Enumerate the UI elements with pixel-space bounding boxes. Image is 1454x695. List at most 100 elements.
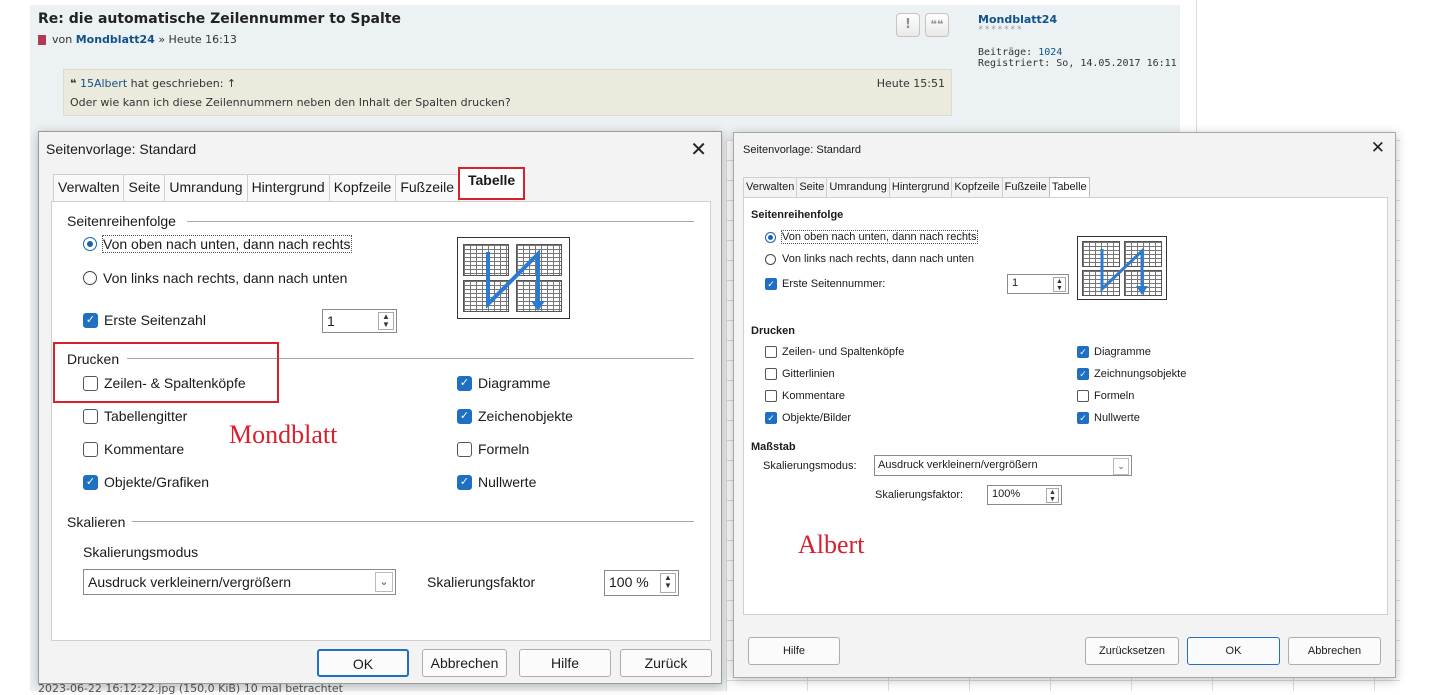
- print-drawings-checkbox[interactable]: ✓ Zeichenobjekte: [457, 408, 573, 424]
- checkbox-label: Diagramme: [1094, 346, 1151, 358]
- print-zero-values-checkbox[interactable]: ✓ Nullwerte: [457, 474, 536, 490]
- tab-verwalten[interactable]: Verwalten: [743, 177, 798, 197]
- checkbox-icon: [765, 390, 777, 402]
- reset-button[interactable]: Zurücksetzen: [1085, 637, 1179, 665]
- tab-fusszeile[interactable]: Fußzeile: [1001, 177, 1050, 197]
- print-charts-checkbox[interactable]: ✓ Diagramme: [457, 375, 550, 391]
- print-drawings-checkbox[interactable]: ✓ Zeichnungsobjekte: [1077, 368, 1186, 380]
- close-icon[interactable]: ✕: [690, 137, 707, 162]
- spin-arrows-icon[interactable]: ▲ ▼: [378, 312, 394, 330]
- section-order-label: Seitenreihenfolge: [67, 213, 176, 229]
- back-button[interactable]: Zurück: [620, 649, 712, 677]
- cancel-button[interactable]: Abbrechen: [422, 649, 507, 677]
- post-icon: [38, 35, 46, 45]
- checkbox-icon: [765, 368, 777, 380]
- tab-hintergrund[interactable]: Hintergrund: [888, 177, 953, 197]
- annotation-mondblatt: Mondblatt: [229, 420, 338, 449]
- checkbox-checked-icon: ✓: [765, 278, 777, 290]
- quote-button[interactable]: ❝❝: [925, 13, 949, 37]
- meta-prefix: von: [52, 33, 73, 46]
- chevron-down-icon[interactable]: ⌄: [375, 572, 393, 592]
- cancel-button[interactable]: Abbrechen: [1288, 637, 1381, 665]
- checkbox-label: Gitterlinien: [782, 368, 835, 380]
- checkbox-label: Objekte/Grafiken: [104, 474, 210, 490]
- page-order-arrow-icon: [486, 249, 545, 311]
- checkbox-checked-icon: ✓: [1077, 412, 1089, 424]
- checkbox-label: Erste Seitenzahl: [104, 312, 206, 328]
- print-grid-checkbox[interactable]: Tabellengitter: [83, 408, 187, 424]
- tab-tabelle[interactable]: Tabelle: [1048, 177, 1090, 197]
- quote-time: Heute 15:51: [876, 77, 945, 90]
- first-page-number-input[interactable]: 1 ▲ ▼: [1007, 274, 1069, 294]
- spin-arrows-icon[interactable]: ▲ ▼: [1046, 488, 1059, 503]
- print-objects-checkbox[interactable]: ✓ Objekte/Bilder: [765, 412, 851, 424]
- checkbox-label: Zeichnungsobjekte: [1094, 368, 1187, 380]
- print-formulas-checkbox[interactable]: Formeln: [1077, 390, 1134, 402]
- tab-verwalten[interactable]: Verwalten: [53, 174, 125, 202]
- quote-author-link[interactable]: 15Albert: [80, 77, 127, 90]
- help-button[interactable]: Hilfe: [748, 637, 840, 665]
- tab-panel: Seitenreihenfolge Von oben nach unten, d…: [51, 201, 711, 641]
- tab-umrandung[interactable]: Umrandung: [164, 174, 248, 202]
- divider: [132, 521, 694, 522]
- print-headers-checkbox[interactable]: Zeilen- und Spaltenköpfe: [765, 346, 904, 358]
- checkbox-checked-icon: ✓: [457, 375, 472, 391]
- print-gridlines-checkbox[interactable]: Gitterlinien: [765, 368, 835, 380]
- scale-mode-select[interactable]: Ausdruck verkleinern/vergrößern ⌄: [874, 455, 1132, 476]
- spin-value: 100 %: [609, 574, 649, 590]
- first-page-number-input[interactable]: 1 ▲ ▼: [322, 309, 397, 333]
- tab-seite[interactable]: Seite: [123, 174, 166, 202]
- checkbox-label: Zeichenobjekte: [478, 408, 573, 424]
- spin-arrows-icon[interactable]: ▲ ▼: [660, 573, 676, 593]
- radio-top-to-bottom[interactable]: Von oben nach unten, dann nach rechts: [765, 230, 978, 244]
- first-page-checkbox[interactable]: ✓ Erste Seitennummer:: [765, 278, 885, 290]
- checkbox-label: Diagramme: [478, 375, 551, 391]
- tab-bar: Verwalten Seite Umrandung Hintergrund Ko…: [53, 167, 526, 202]
- left-page-style-dialog: Seitenvorlage: Standard ✕ Verwalten Seit…: [38, 131, 722, 684]
- print-formulas-checkbox[interactable]: Formeln: [457, 441, 529, 457]
- tab-umrandung[interactable]: Umrandung: [826, 177, 890, 197]
- checkbox-icon: [83, 408, 98, 424]
- scale-factor-input[interactable]: 100 % ▲ ▼: [604, 570, 679, 596]
- radio-left-to-right[interactable]: Von links nach rechts, dann nach unten: [83, 270, 347, 286]
- chevron-down-icon[interactable]: ⌄: [1113, 458, 1129, 475]
- close-icon[interactable]: ✕: [1371, 138, 1385, 158]
- tab-fusszeile[interactable]: Fußzeile: [395, 174, 459, 202]
- radio-left-to-right[interactable]: Von links nach rechts, dann nach unten: [765, 253, 974, 265]
- print-zero-values-checkbox[interactable]: ✓ Nullwerte: [1077, 412, 1140, 424]
- print-charts-checkbox[interactable]: ✓ Diagramme: [1077, 346, 1151, 358]
- report-button[interactable]: !: [896, 13, 920, 37]
- spin-arrows-icon[interactable]: ▲ ▼: [1053, 277, 1066, 292]
- radio-icon: [765, 253, 776, 265]
- post-author-link[interactable]: Mondblatt24: [76, 33, 155, 46]
- help-button[interactable]: Hilfe: [519, 649, 611, 677]
- dialog-title: Seitenvorlage: Standard: [46, 141, 197, 157]
- page-order-preview: [457, 237, 570, 319]
- radio-top-to-bottom[interactable]: Von oben nach unten, dann nach rechts: [83, 235, 352, 253]
- ok-button[interactable]: OK: [317, 649, 409, 677]
- print-comments-checkbox[interactable]: Kommentare: [83, 441, 184, 457]
- checkbox-label: Zeilen- und Spaltenköpfe: [782, 346, 905, 358]
- checkbox-label: Objekte/Bilder: [782, 412, 852, 424]
- tab-kopfzeile[interactable]: Kopfzeile: [328, 174, 397, 202]
- radio-label: Von oben nach unten, dann nach rechts: [102, 235, 352, 253]
- scale-mode-select[interactable]: Ausdruck verkleinern/vergrößern ⌄: [83, 569, 396, 595]
- tab-tabelle[interactable]: Tabelle: [458, 167, 526, 200]
- scale-factor-input[interactable]: 100% ▲ ▼: [987, 485, 1062, 505]
- posts-label: Beiträge:: [978, 47, 1033, 58]
- ok-button[interactable]: OK: [1187, 637, 1280, 665]
- radio-selected-icon: [765, 231, 776, 243]
- scale-mode-label: Skalierungsmodus:: [763, 460, 857, 472]
- checkbox-checked-icon: ✓: [457, 474, 472, 490]
- print-comments-checkbox[interactable]: Kommentare: [765, 390, 845, 402]
- checkbox-label: Kommentare: [782, 390, 845, 402]
- checkbox-icon: [1077, 390, 1089, 402]
- posts-count-link[interactable]: 1024: [1038, 47, 1062, 58]
- tab-hintergrund[interactable]: Hintergrund: [246, 174, 330, 202]
- registered-date: So, 14.05.2017 16:11: [1056, 58, 1177, 69]
- print-objects-checkbox[interactable]: ✓ Objekte/Grafiken: [83, 474, 209, 490]
- post-title[interactable]: Re: die automatische Zeilennummer to Spa…: [38, 11, 401, 27]
- tab-kopfzeile[interactable]: Kopfzeile: [951, 177, 1003, 197]
- tab-seite[interactable]: Seite: [796, 177, 828, 197]
- first-page-checkbox[interactable]: ✓ Erste Seitenzahl: [83, 312, 206, 328]
